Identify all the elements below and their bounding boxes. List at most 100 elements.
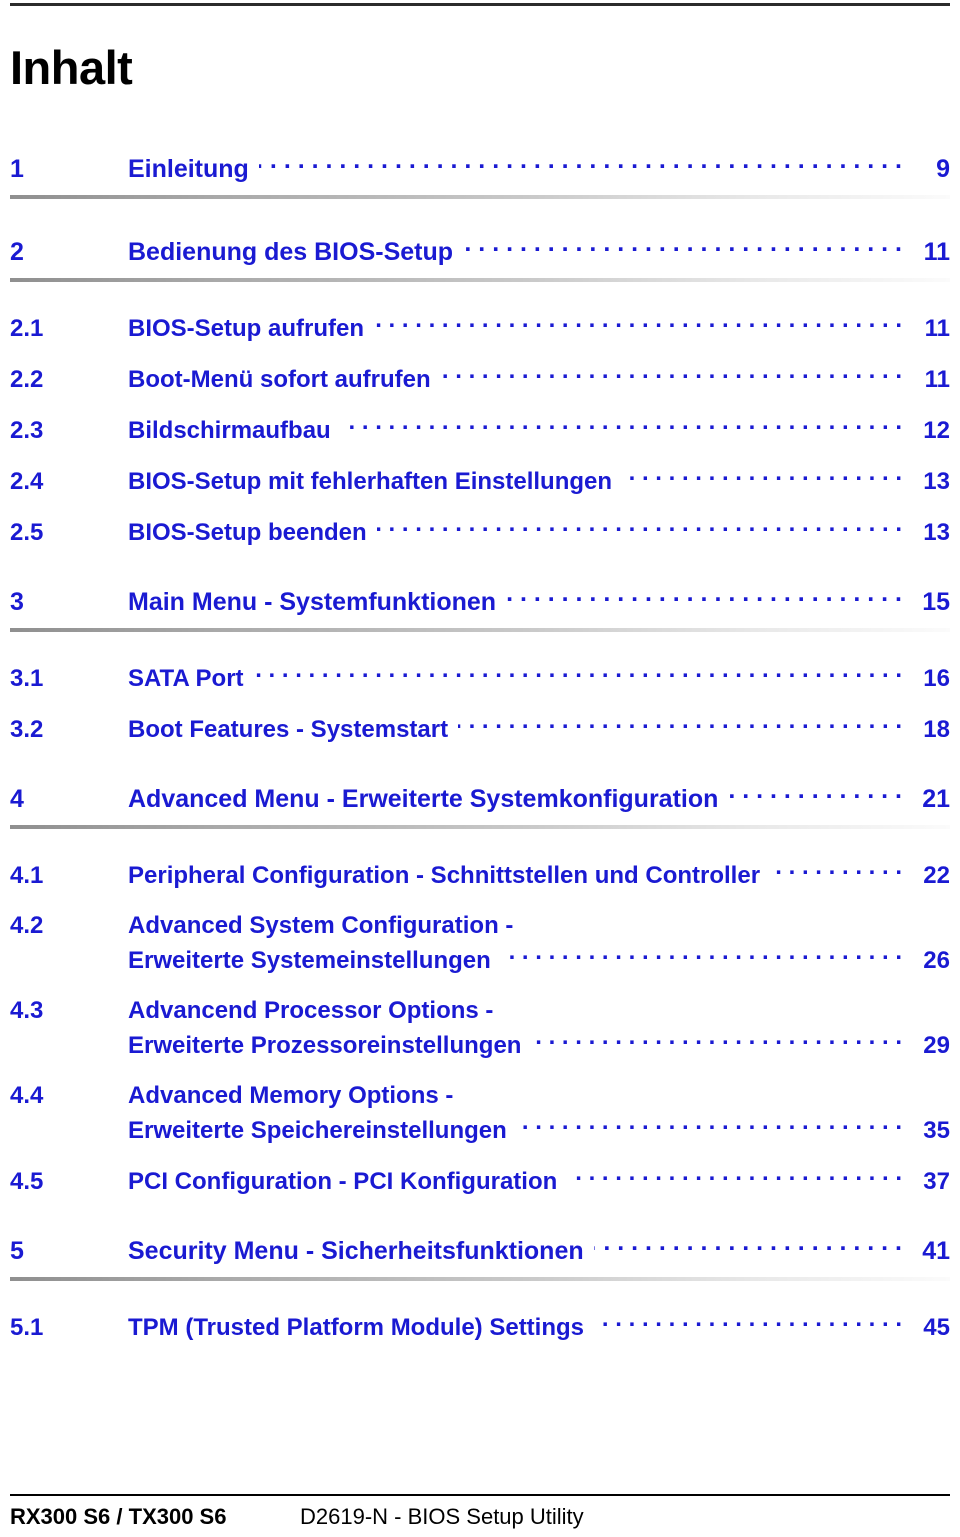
toc-page-number: 11 bbox=[924, 315, 950, 342]
toc-chapter-row[interactable]: 5 Security Menu - Sicherheitsfunktionen 41 bbox=[10, 1234, 950, 1268]
toc-entry-label: SATA Port bbox=[128, 665, 244, 692]
toc-dot-leader bbox=[728, 782, 902, 807]
toc-entry-number: 5.1 bbox=[10, 1314, 44, 1341]
toc-chapter-group: 2 Bedienung des BIOS-Setup 11 2.1 BIOS-Setup… bbox=[0, 235, 960, 549]
toc-entry-label: BIOS-Setup aufrufen bbox=[128, 315, 365, 342]
toc-entry-number: 4.3 bbox=[10, 997, 44, 1024]
toc-dot-leader bbox=[770, 859, 902, 883]
toc-entry-number: 4.1 bbox=[10, 862, 44, 889]
toc-chapter-row[interactable]: 4 Advanced Menu - Erweiterte Systemkonfig… bbox=[10, 782, 950, 816]
toc-chapter-group: 1 Einleitung 9 bbox=[0, 152, 960, 199]
table-of-contents: 1Einleitung92Bedienung des BIOS-Setup112… bbox=[0, 152, 960, 1344]
toc-page-number: 11 bbox=[923, 238, 950, 266]
toc-section-row[interactable]: 2.1 BIOS-Setup aufrufen 11 bbox=[10, 312, 950, 345]
toc-entry-label: BIOS-Setup beenden bbox=[128, 519, 367, 546]
toc-entry-label: Advancend Processor Options - bbox=[128, 997, 494, 1024]
page-footer: RX300 S6 / TX300 S6 D2619-N - BIOS Setup… bbox=[10, 1504, 950, 1532]
toc-section-row[interactable]: 2.4 BIOS-Setup mit fehlerhaften Einstellu… bbox=[10, 465, 950, 498]
toc-page-number: 16 bbox=[923, 665, 950, 692]
toc-dot-leader bbox=[441, 363, 902, 387]
toc-entry-number: 2.3 bbox=[10, 417, 44, 444]
top-rule bbox=[10, 3, 950, 6]
toc-page-number: 18 bbox=[923, 716, 950, 743]
footer-model: RX300 S6 / TX300 S6 bbox=[10, 1504, 227, 1529]
toc-entry-number: 2.5 bbox=[10, 519, 44, 546]
toc-dot-leader bbox=[594, 1311, 902, 1335]
toc-section-row[interactable]: 4.2 Advanced System Configuration - bbox=[10, 910, 950, 942]
toc-section-row[interactable]: 3.1 SATA Port 16 bbox=[10, 662, 950, 695]
separator-spacer bbox=[0, 829, 960, 859]
toc-entry-number: 4.4 bbox=[10, 1082, 44, 1109]
toc-dot-leader bbox=[259, 152, 902, 177]
toc-entry-label: Peripheral Configuration - Schnittstelle… bbox=[128, 862, 761, 889]
toc-section-row[interactable]: 3.2 Boot Features - Systemstart 18 bbox=[10, 713, 950, 746]
toc-entry-label: BIOS-Setup mit fehlerhaften Einstellunge… bbox=[128, 468, 613, 495]
toc-entry-label: Erweiterte Systemeinstellungen bbox=[128, 947, 491, 974]
toc-entry-number: 4 bbox=[10, 785, 24, 813]
toc-entry-label: Einleitung bbox=[128, 155, 249, 183]
toc-dot-leader bbox=[506, 585, 902, 610]
toc-entry-label: Bildschirmaufbau bbox=[128, 417, 331, 444]
toc-section-row[interactable]: 2.2 Boot-Menü sofort aufrufen 11 bbox=[10, 363, 950, 396]
toc-section-row[interactable]: 4.1 Peripheral Configuration - Schnittste… bbox=[10, 859, 950, 892]
toc-entry-label: Boot Features - Systemstart bbox=[128, 716, 449, 743]
toc-dot-leader bbox=[254, 662, 902, 686]
toc-chapter-group: 4 Advanced Menu - Erweiterte Systemkonfig… bbox=[0, 782, 960, 1198]
toc-dot-leader bbox=[463, 235, 902, 260]
toc-page-number: 13 bbox=[923, 519, 950, 546]
page-canvas: Inhalt 1 Einleitung 9 2 Bedienung des BIOS-S… bbox=[0, 0, 960, 1537]
toc-section-row[interactable]: 4.3 Advancend Processor Options - bbox=[10, 995, 950, 1027]
toc-dot-leader bbox=[517, 1114, 902, 1138]
toc-entry-label: Security Menu - Sicherheitsfunktionen bbox=[128, 1237, 584, 1265]
toc-section-row[interactable]: Erweiterte Systemeinstellungen 26 bbox=[10, 944, 950, 977]
toc-entry-number: 4.2 bbox=[10, 912, 44, 939]
toc-page-number: 21 bbox=[922, 785, 950, 813]
toc-dot-leader bbox=[501, 944, 902, 968]
toc-entry-label: TPM (Trusted Platform Module) Settings bbox=[128, 1314, 585, 1341]
separator-spacer bbox=[0, 632, 960, 662]
toc-page-number: 29 bbox=[923, 1032, 950, 1059]
toc-dot-leader bbox=[377, 516, 902, 540]
toc-chapter-row[interactable]: 1 Einleitung 9 bbox=[10, 152, 950, 186]
toc-dot-leader bbox=[622, 465, 902, 489]
toc-page-number: 26 bbox=[923, 947, 950, 974]
toc-dot-leader bbox=[594, 1234, 902, 1259]
separator-spacer bbox=[0, 282, 960, 312]
toc-section-row[interactable]: Erweiterte Speichereinstellungen 35 bbox=[10, 1114, 950, 1147]
toc-section-row[interactable]: 2.5 BIOS-Setup beenden 13 bbox=[10, 516, 950, 549]
toc-section-row[interactable]: 5.1 TPM (Trusted Platform Module) Setting… bbox=[10, 1311, 950, 1344]
footer-rule bbox=[10, 1494, 950, 1496]
toc-chapter-row[interactable]: 3 Main Menu - Systemfunktionen 15 bbox=[10, 585, 950, 619]
toc-entry-label: Erweiterte Prozessoreinstellungen bbox=[128, 1032, 522, 1059]
toc-page-number: 41 bbox=[922, 1237, 950, 1265]
toc-page-number: 9 bbox=[936, 155, 950, 183]
toc-dot-leader bbox=[458, 713, 902, 737]
toc-entry-label: Main Menu - Systemfunktionen bbox=[128, 588, 497, 616]
toc-entry-number: 5 bbox=[10, 1237, 24, 1265]
toc-entry-number: 2.4 bbox=[10, 468, 44, 495]
separator-spacer bbox=[0, 1281, 960, 1311]
toc-entry-number: 2.2 bbox=[10, 366, 44, 393]
toc-entry-number: 2.1 bbox=[10, 315, 44, 342]
toc-page-number: 37 bbox=[923, 1168, 950, 1195]
toc-entry-label: Advanced Menu - Erweiterte Systemkonfigu… bbox=[128, 785, 719, 813]
toc-chapter-row[interactable]: 2 Bedienung des BIOS-Setup 11 bbox=[10, 235, 950, 269]
toc-entry-number: 3.2 bbox=[10, 716, 44, 743]
toc-page-number: 35 bbox=[923, 1117, 950, 1144]
toc-section-row[interactable]: 4.5 PCI Configuration - PCI Konfiguration… bbox=[10, 1165, 950, 1198]
toc-entry-label: PCI Configuration - PCI Konfiguration bbox=[128, 1168, 558, 1195]
toc-section-row[interactable]: 2.3 Bildschirmaufbau 12 bbox=[10, 414, 950, 447]
toc-dot-leader bbox=[374, 312, 902, 336]
toc-dot-leader bbox=[567, 1165, 902, 1189]
toc-page-number: 22 bbox=[923, 862, 950, 889]
chapter-separator-rule bbox=[10, 195, 950, 199]
toc-entry-label: Bedienung des BIOS-Setup bbox=[128, 238, 454, 266]
toc-entry-number: 3 bbox=[10, 588, 24, 616]
toc-entry-number: 4.5 bbox=[10, 1168, 44, 1195]
toc-entry-number: 1 bbox=[10, 155, 24, 183]
toc-page-number: 45 bbox=[923, 1314, 950, 1341]
toc-section-row[interactable]: 4.4 Advanced Memory Options - bbox=[10, 1080, 950, 1112]
toc-entry-number: 3.1 bbox=[10, 665, 44, 692]
page-title: Inhalt bbox=[10, 41, 133, 94]
toc-section-row[interactable]: Erweiterte Prozessoreinstellungen 29 bbox=[10, 1029, 950, 1062]
